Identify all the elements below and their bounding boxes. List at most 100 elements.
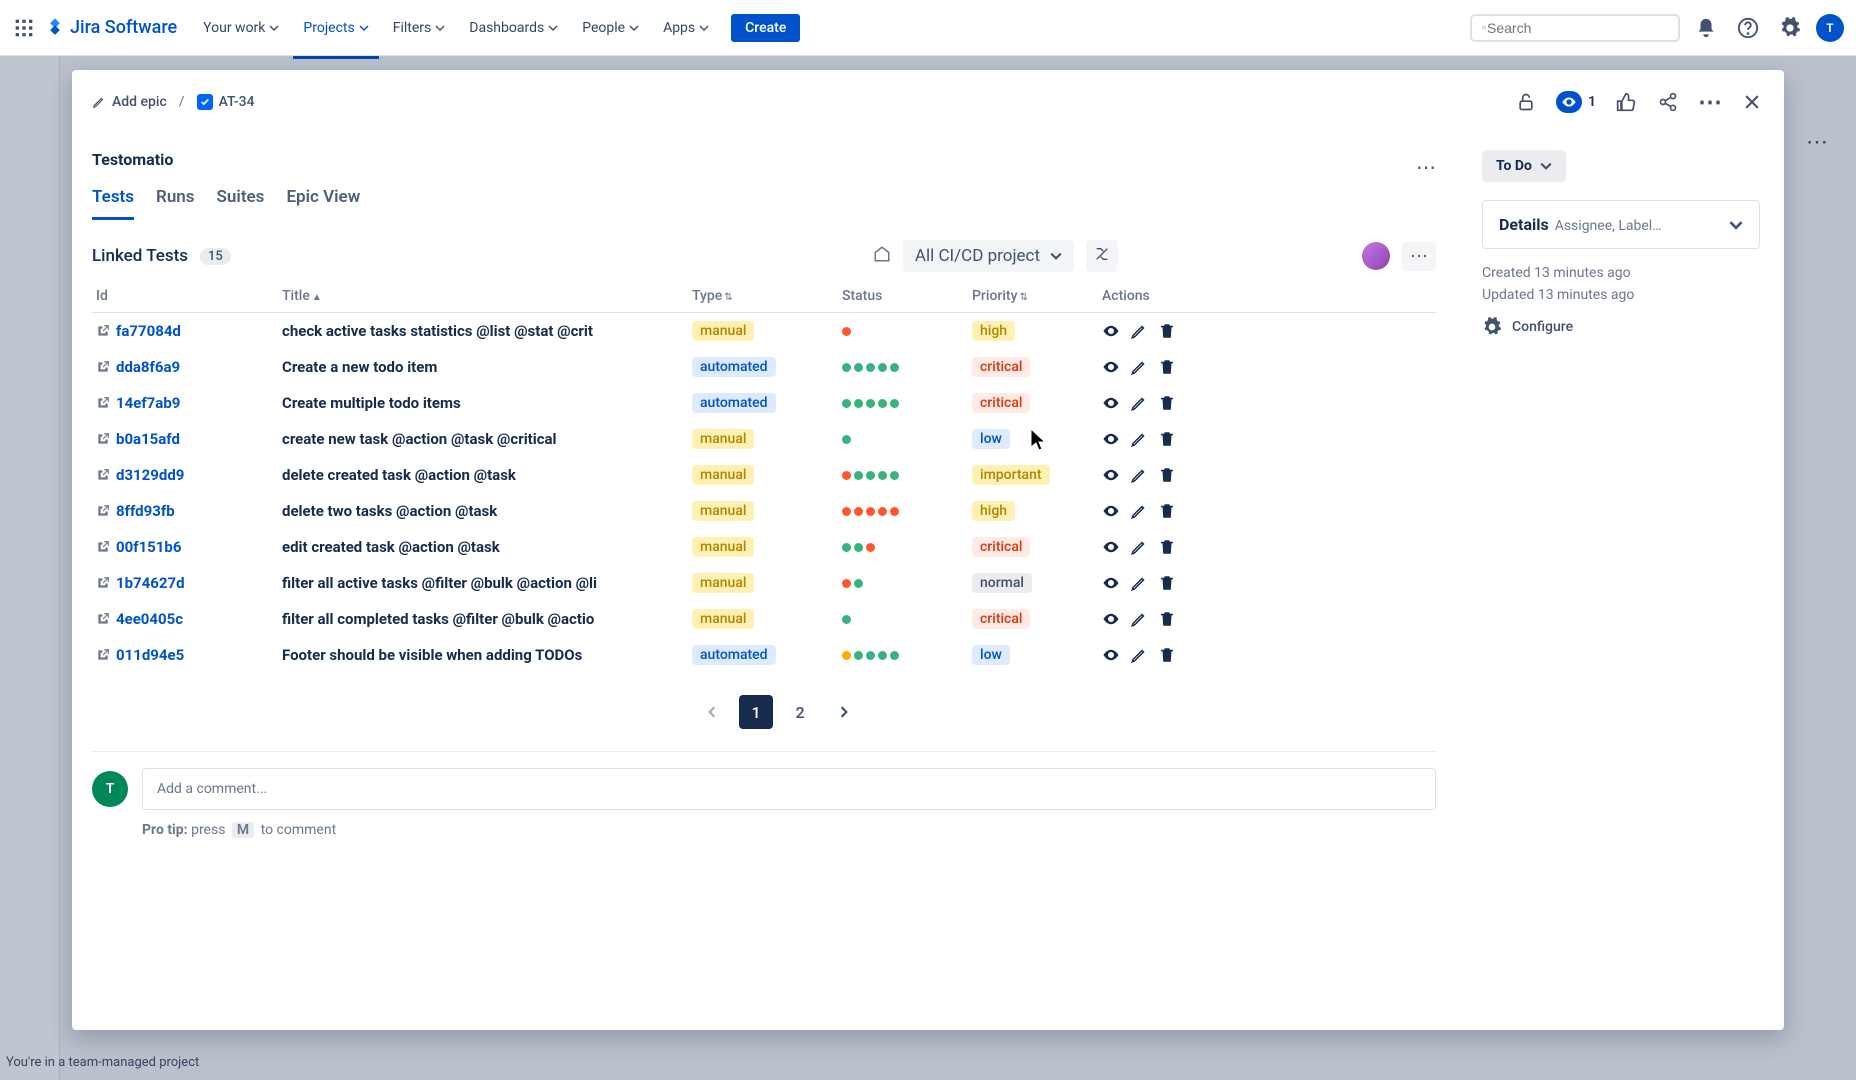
col-id[interactable]: Id (92, 288, 282, 304)
tab-epic-view[interactable]: Epic View (286, 181, 360, 220)
user-avatar[interactable]: T (1816, 14, 1844, 42)
details-panel[interactable]: Details Assignee, Labels, ... (1482, 200, 1760, 249)
nav-filters[interactable]: Filters (383, 14, 456, 42)
panel-title: Testomatio (92, 150, 1416, 169)
delete-icon[interactable] (1158, 502, 1176, 520)
assignee-avatar[interactable] (1362, 242, 1390, 270)
notifications-icon[interactable] (1690, 12, 1722, 44)
test-id-link[interactable]: 011d94e5 (96, 646, 282, 664)
edit-icon[interactable] (1130, 646, 1148, 664)
delete-icon[interactable] (1158, 358, 1176, 376)
panel-more-icon[interactable]: ⋯ (1416, 155, 1436, 179)
test-title[interactable]: create new task @action @task @critical (282, 430, 692, 448)
edit-icon[interactable] (1130, 610, 1148, 628)
watch-badge[interactable]: 1 (1556, 91, 1596, 113)
nav-projects[interactable]: Projects (293, 14, 378, 42)
share-icon[interactable] (1656, 90, 1680, 114)
global-search[interactable] (1470, 14, 1680, 42)
tab-runs[interactable]: Runs (156, 181, 195, 220)
nav-your-work[interactable]: Your work (193, 14, 289, 42)
page-2[interactable]: 2 (783, 695, 817, 729)
lock-icon[interactable] (1514, 90, 1538, 114)
delete-icon[interactable] (1158, 646, 1176, 664)
tab-tests[interactable]: Tests (92, 181, 134, 220)
test-title[interactable]: Footer should be visible when adding TOD… (282, 646, 692, 664)
test-id-link[interactable]: b0a15afd (96, 430, 282, 448)
nav-apps[interactable]: Apps (653, 14, 719, 42)
test-title[interactable]: delete created task @action @task (282, 466, 692, 484)
panel-tabs: Tests Runs Suites Epic View (92, 181, 1416, 222)
edit-icon[interactable] (1130, 574, 1148, 592)
view-icon[interactable] (1102, 610, 1120, 628)
test-id-link[interactable]: 4ee0405c (96, 610, 282, 628)
view-icon[interactable] (1102, 538, 1120, 556)
add-epic-button[interactable]: Add epic (92, 94, 167, 110)
test-id-link[interactable]: dda8f6a9 (96, 358, 282, 376)
test-title[interactable]: Create a new todo item (282, 358, 692, 376)
test-title[interactable]: delete two tasks @action @task (282, 502, 692, 520)
view-icon[interactable] (1102, 394, 1120, 412)
page-next[interactable] (827, 695, 861, 729)
view-icon[interactable] (1102, 574, 1120, 592)
edit-icon[interactable] (1130, 502, 1148, 520)
delete-icon[interactable] (1158, 538, 1176, 556)
test-id-link[interactable]: 00f151b6 (96, 538, 282, 556)
create-button[interactable]: Create (731, 14, 800, 42)
col-type[interactable]: Type⇅ (692, 288, 842, 304)
delete-icon[interactable] (1158, 466, 1176, 484)
page-prev[interactable] (695, 695, 729, 729)
close-icon[interactable] (1740, 90, 1764, 114)
delete-icon[interactable] (1158, 394, 1176, 412)
test-id-link[interactable]: 14ef7ab9 (96, 394, 282, 412)
col-status[interactable]: Status (842, 288, 972, 304)
edit-icon[interactable] (1130, 430, 1148, 448)
page-1[interactable]: 1 (739, 695, 773, 729)
test-id-link[interactable]: fa77084d (96, 322, 282, 340)
view-icon[interactable] (1102, 322, 1120, 340)
search-input[interactable] (1487, 20, 1668, 36)
issue-key-text: AT-34 (219, 94, 255, 110)
col-priority[interactable]: Priority⇅ (972, 288, 1102, 304)
edit-icon[interactable] (1130, 466, 1148, 484)
test-title[interactable]: filter all active tasks @filter @bulk @a… (282, 574, 692, 592)
nav-people[interactable]: People (572, 14, 649, 42)
edit-icon[interactable] (1130, 358, 1148, 376)
settings-icon[interactable] (1774, 12, 1806, 44)
test-title[interactable]: filter all completed tasks @filter @bulk… (282, 610, 692, 628)
home-icon[interactable] (873, 245, 891, 267)
sync-icon[interactable] (1086, 240, 1118, 272)
view-icon[interactable] (1102, 430, 1120, 448)
tab-suites[interactable]: Suites (217, 181, 265, 220)
app-switcher-icon[interactable] (12, 16, 36, 40)
help-icon[interactable] (1732, 12, 1764, 44)
test-id-link[interactable]: 1b74627d (96, 574, 282, 592)
view-icon[interactable] (1102, 358, 1120, 376)
delete-icon[interactable] (1158, 574, 1176, 592)
edit-icon[interactable] (1130, 394, 1148, 412)
view-icon[interactable] (1102, 502, 1120, 520)
test-title[interactable]: edit created task @action @task (282, 538, 692, 556)
delete-icon[interactable] (1158, 322, 1176, 340)
test-id-link[interactable]: 8ffd93fb (96, 502, 282, 520)
edit-icon[interactable] (1130, 538, 1148, 556)
like-icon[interactable] (1614, 90, 1638, 114)
nav-dashboards[interactable]: Dashboards (459, 14, 568, 42)
col-title[interactable]: Title▲ (282, 288, 692, 304)
view-icon[interactable] (1102, 646, 1120, 664)
test-title[interactable]: check active tasks statistics @list @sta… (282, 322, 692, 340)
test-title[interactable]: Create multiple todo items (282, 394, 692, 412)
panel-actions-icon[interactable]: ⋯ (1402, 242, 1436, 271)
configure-button[interactable]: Configure (1482, 317, 1760, 337)
priority-badge: critical (972, 609, 1030, 629)
status-dropdown[interactable]: To Do (1482, 150, 1566, 182)
test-id-link[interactable]: d3129dd9 (96, 466, 282, 484)
delete-icon[interactable] (1158, 610, 1176, 628)
delete-icon[interactable] (1158, 430, 1176, 448)
view-icon[interactable] (1102, 466, 1120, 484)
comment-input[interactable]: Add a comment... (142, 768, 1436, 810)
jira-logo[interactable]: Jira Software (44, 17, 177, 39)
project-dropdown[interactable]: All CI/CD project (903, 240, 1074, 272)
more-actions-icon[interactable]: ⋯ (1698, 90, 1722, 114)
edit-icon[interactable] (1130, 322, 1148, 340)
issue-key-link[interactable]: AT-34 (197, 94, 255, 110)
